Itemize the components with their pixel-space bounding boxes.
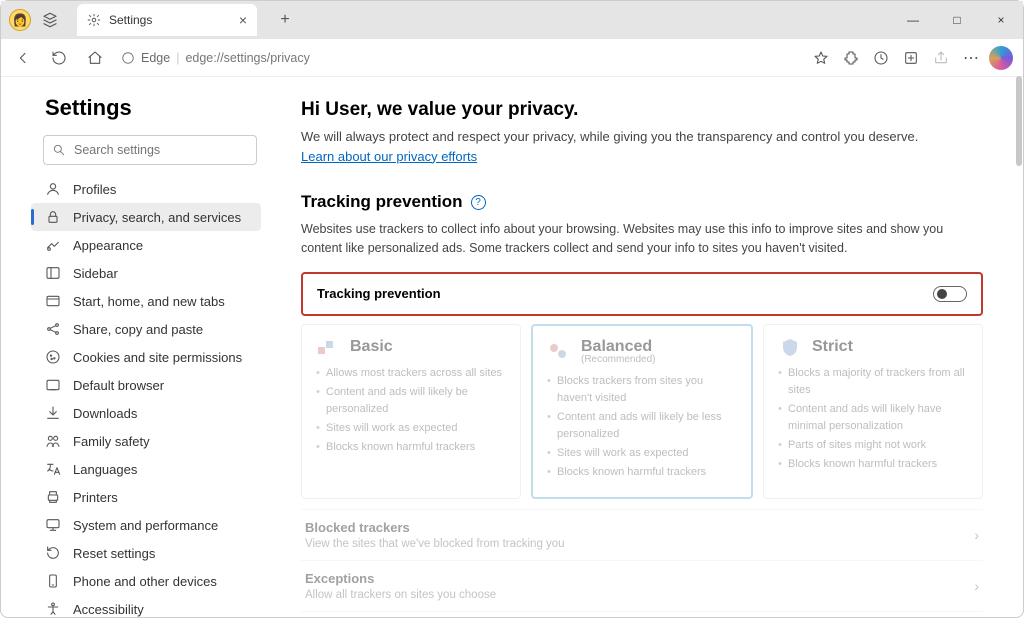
search-icon: [52, 143, 66, 157]
tracking-prevention-toggle[interactable]: [933, 286, 967, 302]
sidebar-item-phone[interactable]: Phone and other devices: [31, 567, 261, 595]
url-text: edge://settings/privacy: [185, 51, 309, 65]
workspaces-icon[interactable]: [41, 11, 59, 29]
browser-toolbar: Edge | edge://settings/privacy ⋯: [1, 39, 1023, 77]
sidebar-item-default-browser[interactable]: Default browser: [31, 371, 261, 399]
favorite-button[interactable]: [807, 44, 835, 72]
gear-icon: [87, 13, 101, 27]
sidebar-item-cookies[interactable]: Cookies and site permissions: [31, 343, 261, 371]
help-icon[interactable]: ?: [471, 195, 486, 210]
strict-icon: [778, 337, 802, 357]
new-tab-button[interactable]: +: [271, 6, 299, 34]
tracking-prevention-toggle-row: Tracking prevention: [301, 272, 983, 316]
sidebar-item-system[interactable]: System and performance: [31, 511, 261, 539]
close-window-button[interactable]: ×: [979, 1, 1023, 39]
maximize-button[interactable]: □: [935, 1, 979, 39]
scrollbar-thumb[interactable]: [1016, 76, 1022, 166]
chevron-right-icon: ›: [974, 527, 979, 543]
back-button[interactable]: [9, 44, 37, 72]
sidebar-item-sidebar[interactable]: Sidebar: [31, 259, 261, 287]
blocked-trackers-row[interactable]: Blocked trackers View the sites that we'…: [301, 509, 983, 560]
sidebar-item-downloads[interactable]: Downloads: [31, 399, 261, 427]
browser-tab[interactable]: Settings ×: [77, 4, 257, 36]
sidebar-item-languages[interactable]: Languages: [31, 455, 261, 483]
extensions-button[interactable]: [837, 44, 865, 72]
tracking-card-balanced[interactable]: Balanced (Recommended) Blocks trackers f…: [531, 324, 753, 499]
privacy-efforts-link[interactable]: Learn about our privacy efforts: [301, 149, 477, 164]
chevron-right-icon: ›: [974, 578, 979, 594]
balanced-icon: [547, 341, 571, 361]
tab-close-icon[interactable]: ×: [239, 12, 247, 28]
sidebar-item-printers[interactable]: Printers: [31, 483, 261, 511]
exceptions-row[interactable]: Exceptions Allow all trackers on sites y…: [301, 560, 983, 611]
sidebar-item-start[interactable]: Start, home, and new tabs: [31, 287, 261, 315]
settings-main: Hi User, we value your privacy. We will …: [271, 77, 1023, 619]
address-bar[interactable]: Edge | edge://settings/privacy: [117, 51, 799, 65]
refresh-button[interactable]: [45, 44, 73, 72]
sidebar-item-privacy[interactable]: Privacy, search, and services: [31, 203, 261, 231]
profile-avatar[interactable]: 👩: [9, 9, 31, 31]
home-button[interactable]: [81, 44, 109, 72]
page-greeting: Hi User, we value your privacy.: [301, 99, 983, 121]
settings-search[interactable]: [43, 135, 257, 165]
tracking-card-strict[interactable]: Strict Blocks a majority of trackers fro…: [763, 324, 983, 499]
section-title: Tracking prevention: [301, 192, 463, 212]
menu-button[interactable]: ⋯: [957, 44, 985, 72]
share-button[interactable]: [927, 44, 955, 72]
settings-heading: Settings: [45, 95, 261, 121]
basic-icon: [316, 337, 340, 357]
settings-sidebar: Settings Profiles Privacy, search, and s…: [1, 77, 271, 619]
history-button[interactable]: [867, 44, 895, 72]
sidebar-item-share[interactable]: Share, copy and paste: [31, 315, 261, 343]
search-input[interactable]: [74, 143, 248, 157]
section-description: Websites use trackers to collect info ab…: [301, 220, 961, 258]
sidebar-item-accessibility[interactable]: Accessibility: [31, 595, 261, 619]
sidebar-item-family[interactable]: Family safety: [31, 427, 261, 455]
tab-title: Settings: [109, 13, 231, 27]
edge-icon: [121, 51, 135, 65]
page-intro: We will always protect and respect your …: [301, 127, 941, 166]
toggle-label: Tracking prevention: [317, 286, 441, 301]
sidebar-item-reset[interactable]: Reset settings: [31, 539, 261, 567]
minimize-button[interactable]: —: [891, 1, 935, 39]
copilot-button[interactable]: [987, 44, 1015, 72]
sidebar-item-profiles[interactable]: Profiles: [31, 175, 261, 203]
tracking-card-basic[interactable]: Basic Allows most trackers across all si…: [301, 324, 521, 499]
title-bar: 👩 Settings × + — □ ×: [1, 1, 1023, 39]
sidebar-item-appearance[interactable]: Appearance: [31, 231, 261, 259]
collections-button[interactable]: [897, 44, 925, 72]
browser-name: Edge: [141, 51, 170, 65]
